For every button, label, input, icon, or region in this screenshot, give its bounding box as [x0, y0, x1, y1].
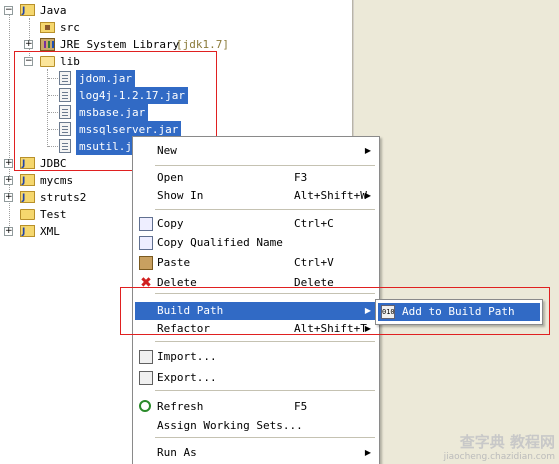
menu-label: Paste: [157, 256, 191, 269]
tree-item-label: mycms: [40, 174, 74, 187]
menu-item-assign-working-sets[interactable]: Assign Working Sets...: [135, 417, 377, 435]
menu-shortcut: Ctrl+V: [294, 256, 334, 269]
menu-separator: [155, 209, 375, 210]
expand-icon[interactable]: +: [4, 159, 13, 168]
menu-label: New: [157, 144, 177, 157]
library-icon: [40, 38, 55, 51]
menu-label: Show In: [157, 189, 204, 202]
java-project-icon: [20, 3, 35, 20]
menu-item-run-as[interactable]: Run As ▶: [135, 444, 377, 462]
watermark-url: jiaocheng.chazidian.com: [443, 452, 555, 462]
menu-label: Assign Working Sets...: [157, 419, 303, 432]
menu-item-copy-qualified-name[interactable]: Copy Qualified Name: [135, 234, 377, 252]
submenu-arrow-icon: ▶: [364, 448, 371, 457]
menu-label: Copy: [157, 217, 184, 230]
menu-item-import[interactable]: Import...: [135, 348, 377, 366]
tree-item-label: Test: [40, 208, 67, 221]
menu-item-paste[interactable]: Paste Ctrl+V: [135, 254, 377, 272]
menu-label: Export...: [157, 371, 217, 384]
editor-area: [353, 0, 559, 464]
menu-separator: [155, 341, 375, 342]
watermark-title: 查字典 教程网: [459, 433, 555, 451]
source-folder-icon: [40, 22, 55, 33]
project-folder-icon: [20, 209, 35, 220]
tree-item-label: Java: [40, 4, 67, 17]
menu-separator: [155, 165, 375, 166]
menu-shortcut: Ctrl+C: [294, 217, 334, 230]
paste-icon: [139, 256, 153, 270]
import-icon: [139, 350, 153, 364]
menu-shortcut: F3: [294, 171, 308, 184]
menu-label: Refresh: [157, 400, 204, 413]
submenu-arrow-icon: ▶: [364, 146, 371, 155]
java-project-icon: [20, 190, 35, 207]
java-project-icon: [20, 224, 35, 241]
menu-label: Run As: [157, 446, 197, 459]
menu-item-show-in[interactable]: Show In Alt+Shift+W ▶: [135, 187, 377, 205]
tree-item-label: XML: [40, 225, 60, 238]
copy-icon: [139, 217, 153, 231]
menu-separator: [155, 390, 375, 391]
watermark: 查字典 教程网 jiaocheng.chazidian.com: [444, 431, 555, 462]
menu-item-new[interactable]: New ▶: [135, 142, 377, 160]
menu-item-refresh[interactable]: Refresh F5: [135, 398, 377, 416]
expand-icon[interactable]: +: [4, 227, 13, 236]
menu-item-open[interactable]: Open F3: [135, 169, 377, 187]
menu-shortcut: F5: [294, 400, 308, 413]
menu-label: Copy Qualified Name: [157, 236, 283, 249]
refresh-icon: [139, 400, 151, 412]
tree-item-label: struts2: [40, 191, 87, 204]
expand-icon[interactable]: +: [4, 193, 13, 202]
java-project-icon: [20, 173, 35, 190]
menu-separator: [155, 437, 375, 438]
tree-item-label: src: [60, 21, 80, 34]
submenu-arrow-icon: ▶: [364, 191, 371, 200]
menu-item-export[interactable]: Export...: [135, 369, 377, 387]
menu-item-copy[interactable]: Copy Ctrl+C: [135, 215, 377, 233]
highlight-box-build-path: [120, 287, 550, 335]
export-icon: [139, 371, 153, 385]
menu-label: Open: [157, 171, 184, 184]
expand-icon[interactable]: +: [24, 40, 33, 49]
menu-shortcut: Alt+Shift+W: [294, 189, 367, 202]
collapse-icon[interactable]: −: [4, 6, 13, 15]
expand-icon[interactable]: +: [4, 176, 13, 185]
copy-qualified-name-icon: [139, 236, 153, 250]
menu-label: Import...: [157, 350, 217, 363]
